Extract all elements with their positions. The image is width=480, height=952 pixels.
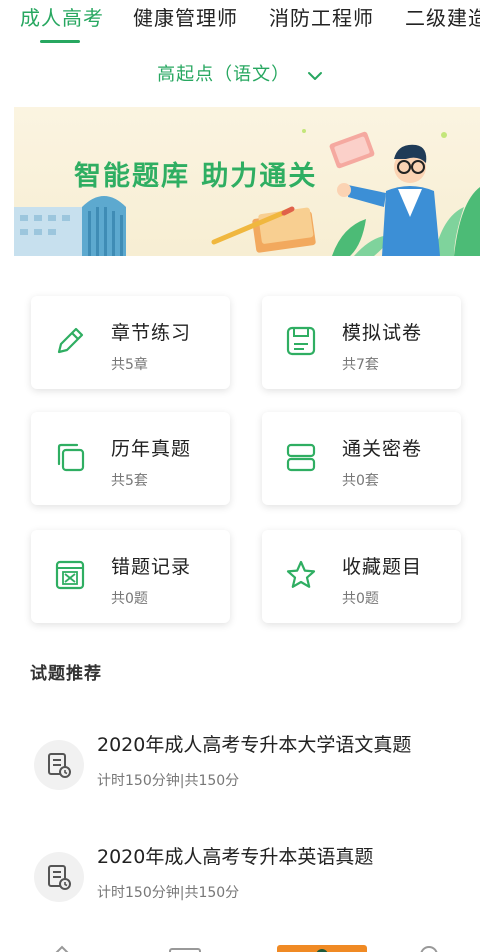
module-title: 错题记录: [111, 556, 192, 578]
module-chapter-practice[interactable]: 章节练习 共5章: [31, 296, 230, 389]
list-item[interactable]: 2020年成人高考专升本大学语文真题 计时150分钟|共150分: [0, 722, 480, 812]
module-title: 章节练习: [111, 322, 192, 344]
module-count: 共0题: [342, 591, 379, 607]
exam-paper-icon: [34, 740, 84, 790]
module-mock-exam[interactable]: 模拟试卷 共7套: [262, 296, 461, 389]
banner-slogan: 智能题库 助力通关: [74, 161, 318, 192]
exam-title: 2020年成人高考专升本英语真题: [97, 846, 374, 868]
copy-icon: [53, 440, 87, 474]
module-secret-papers[interactable]: 通关密卷 共0套: [262, 412, 461, 505]
module-title: 收藏题目: [342, 556, 423, 578]
star-icon: [284, 558, 318, 592]
category-tabs: 成人高考 健康管理师 消防工程师 二级建造: [0, 0, 480, 46]
exam-meta: 计时150分钟|共150分: [97, 885, 240, 901]
profile-icon[interactable]: [420, 946, 438, 952]
stack-icon: [284, 440, 318, 474]
subject-selector[interactable]: 高起点（语文）: [0, 60, 480, 86]
tab-health-manager[interactable]: 健康管理师: [133, 2, 238, 31]
module-count: 共5章: [111, 357, 148, 373]
wrong-record-icon: [53, 558, 87, 592]
module-title: 通关密卷: [342, 438, 423, 460]
module-count: 共7套: [342, 357, 379, 373]
active-tab-indicator: [40, 40, 80, 43]
module-count: 共5套: [111, 473, 148, 489]
exam-title: 2020年成人高考专升本大学语文真题: [97, 734, 412, 756]
module-wrong-records[interactable]: 错题记录 共0题: [31, 530, 230, 623]
module-title: 模拟试卷: [342, 322, 423, 344]
tab-adult-exam[interactable]: 成人高考: [20, 2, 104, 31]
module-favorites[interactable]: 收藏题目 共0题: [262, 530, 461, 623]
section-title-recommend: 试题推荐: [30, 664, 102, 684]
tab-second-constructor[interactable]: 二级建造: [405, 2, 480, 31]
module-count: 共0套: [342, 473, 379, 489]
list-item[interactable]: 2020年成人高考专升本英语真题 计时150分钟|共150分: [0, 834, 480, 924]
home-icon[interactable]: [54, 945, 70, 952]
save-disk-icon: [284, 324, 318, 358]
pencil-icon: [53, 324, 87, 358]
module-past-papers[interactable]: 历年真题 共5套: [31, 412, 230, 505]
bottom-nav: [0, 940, 480, 952]
module-count: 共0题: [111, 591, 148, 607]
exam-meta: 计时150分钟|共150分: [97, 773, 240, 789]
module-title: 历年真题: [111, 438, 192, 460]
tab-fire-engineer[interactable]: 消防工程师: [269, 2, 374, 31]
exam-paper-icon: [34, 852, 84, 902]
promo-banner[interactable]: 智能题库 助力通关: [14, 107, 480, 256]
subject-label: 高起点（语文）: [157, 64, 291, 85]
chevron-down-icon: [307, 65, 323, 86]
